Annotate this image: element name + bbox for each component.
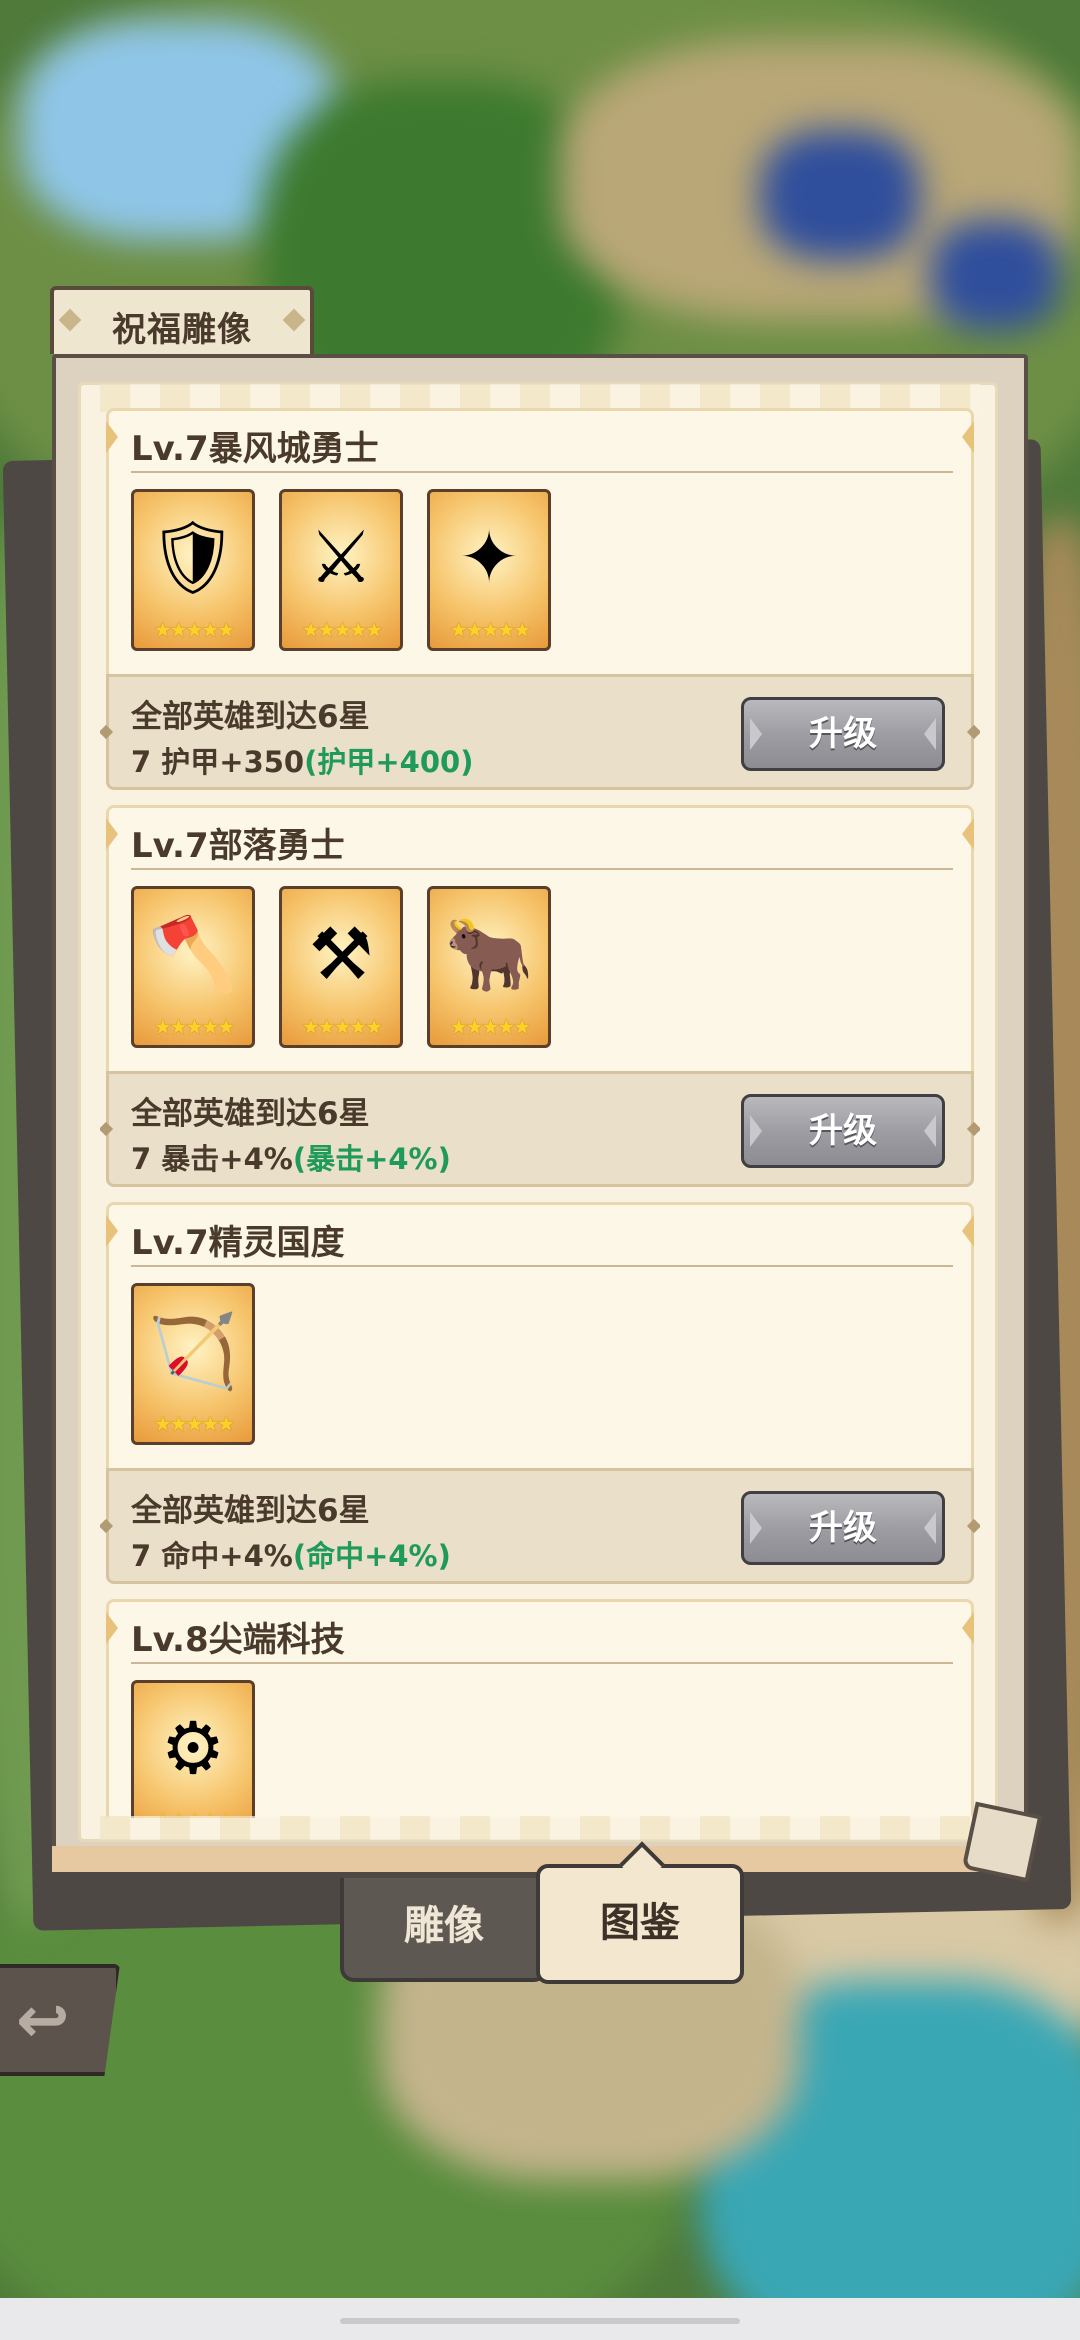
set-title: Lv.8尖端科技 — [131, 1620, 345, 1660]
panel-title-tab: 祝福雕像 — [50, 286, 314, 354]
page-bottom-ornament — [100, 1816, 980, 1840]
set-bonus: 7 暴击+4%(暴击+4%) — [131, 1136, 451, 1178]
star-rating: ★★★★★ — [301, 1015, 383, 1039]
set-title: Lv.7暴风城勇士 — [131, 429, 379, 469]
set-card-footer: 全部英雄到达6星 7 暴击+4%(暴击+4%) 升级 — [100, 1071, 980, 1187]
set-card-footer: 全部英雄到达6星 7 护甲+350(护甲+400) 升级 — [100, 674, 980, 790]
tab-codex[interactable]: 图鉴 — [536, 1864, 744, 1984]
hero-row: 🛡 ★★★★★ ⚔ ★★★★★ ✦ ★★★★★ — [131, 489, 551, 651]
star-rating: ★★★★★ — [449, 618, 531, 642]
hero-row: 🪓 ★★★★★ ⚒ ★★★★★ 🐂 ★★★★★ — [131, 886, 551, 1048]
bottom-tab-bar: 雕像 图鉴 — [340, 1858, 746, 1986]
current-bonus: 7 护甲+350 — [131, 745, 305, 779]
divider — [131, 1662, 953, 1664]
set-card: Lv.7暴风城勇士 🛡 ★★★★★ ⚔ ★★★★★ ✦ ★★★★★ 全部英雄到达… — [100, 408, 980, 790]
divider — [131, 868, 953, 870]
knight-hero-icon[interactable]: 🛡 ★★★★★ — [131, 489, 255, 651]
elf-archer-hero-icon[interactable]: 🏹 ★★★★★ — [131, 1283, 255, 1445]
upgrade-button[interactable]: 升级 — [741, 1491, 945, 1565]
current-bonus: 7 暴击+4% — [131, 1142, 293, 1176]
back-arrow-icon: ↩ — [16, 1984, 70, 2058]
back-button[interactable]: ↩ — [0, 1964, 120, 2076]
set-card-header: Lv.7部落勇士 🪓 ★★★★★ ⚒ ★★★★★ 🐂 ★★★★★ — [106, 805, 974, 1071]
divider — [131, 471, 953, 473]
set-card-header: Lv.7精灵国度 🏹 ★★★★★ — [106, 1202, 974, 1468]
upgrade-condition: 全部英雄到达6星 — [131, 699, 370, 735]
set-title: Lv.7精灵国度 — [131, 1223, 345, 1263]
set-bonus: 7 护甲+350(护甲+400) — [131, 739, 473, 781]
set-list[interactable]: Lv.7暴风城勇士 🛡 ★★★★★ ⚔ ★★★★★ ✦ ★★★★★ 全部英雄到达… — [100, 408, 980, 1818]
star-rating: ★★★★★ — [301, 618, 383, 642]
star-rating: ★★★★★ — [153, 1015, 235, 1039]
hero-row: 🏹 ★★★★★ — [131, 1283, 255, 1445]
priest-hero-icon[interactable]: ✦ ★★★★★ — [427, 489, 551, 651]
panel-title: 祝福雕像 — [112, 310, 252, 350]
tab-statue[interactable]: 雕像 — [340, 1878, 548, 1982]
star-rating: ★★★★★ — [153, 618, 235, 642]
star-rating: ★★★★★ — [153, 1412, 235, 1436]
set-card-header: Lv.7暴风城勇士 🛡 ★★★★★ ⚔ ★★★★★ ✦ ★★★★★ — [106, 408, 974, 674]
swordsman-hero-icon[interactable]: ⚔ ★★★★★ — [279, 489, 403, 651]
set-card: Lv.8尖端科技 ⚙ ★★★★★ — [106, 1599, 974, 1818]
upgrade-condition: 全部英雄到达6星 — [131, 1493, 370, 1529]
gnome-engineer-hero-icon[interactable]: ⚙ ★★★★★ — [131, 1680, 255, 1818]
star-rating: ★★★★★ — [449, 1015, 531, 1039]
upgrade-button[interactable]: 升级 — [741, 697, 945, 771]
set-card-footer: 全部英雄到达6星 7 命中+4%(命中+4%) 升级 — [100, 1468, 980, 1584]
set-bonus: 7 命中+4%(命中+4%) — [131, 1533, 451, 1575]
set-title: Lv.7部落勇士 — [131, 826, 345, 866]
set-card: Lv.7精灵国度 🏹 ★★★★★ 全部英雄到达6星 7 命中+4%(命中+4%)… — [100, 1202, 980, 1584]
upgrade-condition: 全部英雄到达6星 — [131, 1096, 370, 1132]
tauren-hero-icon[interactable]: 🐂 ★★★★★ — [427, 886, 551, 1048]
next-bonus: (护甲+400) — [304, 745, 474, 779]
set-card-header: Lv.8尖端科技 ⚙ ★★★★★ — [106, 1599, 974, 1818]
home-indicator[interactable] — [340, 2318, 740, 2324]
divider — [131, 1265, 953, 1267]
beast-warrior-hero-icon[interactable]: ⚒ ★★★★★ — [279, 886, 403, 1048]
next-bonus: (命中+4%) — [292, 1539, 451, 1573]
set-card: Lv.7部落勇士 🪓 ★★★★★ ⚒ ★★★★★ 🐂 ★★★★★ 全部英雄到达6 — [100, 805, 980, 1187]
page-corner-fold — [961, 1801, 1043, 1883]
hero-row: ⚙ ★★★★★ — [131, 1680, 255, 1818]
orc-warrior-hero-icon[interactable]: 🪓 ★★★★★ — [131, 886, 255, 1048]
upgrade-button[interactable]: 升级 — [741, 1094, 945, 1168]
current-bonus: 7 命中+4% — [131, 1539, 293, 1573]
next-bonus: (暴击+4%) — [292, 1142, 451, 1176]
